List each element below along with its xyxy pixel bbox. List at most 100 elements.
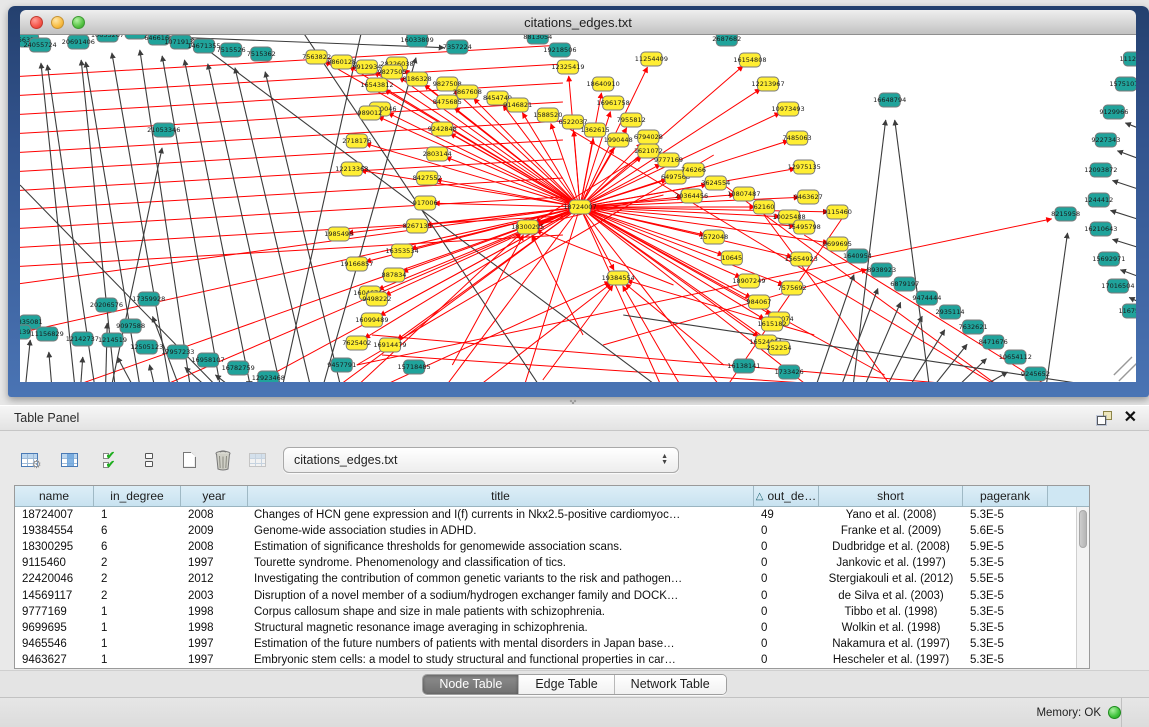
table-cell[interactable]: Genome-wide association studies in ADHD.	[248, 525, 754, 537]
graph-node-yellow[interactable]: 16154808	[733, 53, 766, 67]
table-cell[interactable]: 1998	[181, 622, 248, 634]
graph-node-yellow[interactable]: 7575692	[778, 281, 807, 295]
table-cell[interactable]: 5.3E-5	[963, 638, 1048, 650]
table-cell[interactable]: de Silva et al. (2003)	[819, 590, 963, 602]
table-cell[interactable]: Estimation of significance thresholds fo…	[248, 541, 754, 553]
table-cell[interactable]: Embryonic stem cells: a model to study s…	[248, 654, 754, 666]
graph-node-teal[interactable]: 14671355	[187, 39, 220, 53]
table-cell[interactable]: 1997	[181, 654, 248, 666]
table-row[interactable]: 1938455462009Genome-wide association stu…	[15, 523, 1076, 539]
graph-node-yellow[interactable]: 7485063	[783, 131, 812, 145]
graph-node-teal[interactable]: 1733426	[775, 365, 804, 379]
graph-node-teal[interactable]: 9457791	[327, 358, 356, 372]
table-row[interactable]: 946362711997Embryonic stem cells: a mode…	[15, 652, 1076, 668]
table-cell[interactable]: Changes of HCN gene expression and I(f) …	[248, 509, 754, 521]
table-cell[interactable]: Hescheler et al. (1997)	[819, 654, 963, 666]
table-cell[interactable]: 2	[94, 573, 181, 585]
graph-node-teal[interactable]: 16033809	[401, 35, 434, 47]
table-cell[interactable]: Stergiakouli et al. (2012)	[819, 573, 963, 585]
graph-node-yellow[interactable]: 10973493	[772, 102, 805, 116]
table-cell[interactable]: 0	[754, 638, 819, 650]
graph-node-teal[interactable]: 15718485	[398, 360, 431, 374]
tab-network-table[interactable]: Network Table	[615, 675, 726, 694]
graph-node-teal[interactable]: 1640954	[843, 249, 872, 263]
table-cell[interactable]: 1	[94, 638, 181, 650]
graph-node-yellow[interactable]: 2718176	[342, 134, 371, 148]
graph-node-teal[interactable]: 10654112	[999, 350, 1032, 364]
delete-table-button[interactable]	[210, 447, 236, 473]
graph-node-yellow[interactable]: 989012	[357, 106, 382, 120]
graph-node-teal[interactable]: 7357224	[443, 40, 472, 54]
table-cell[interactable]: 5.3E-5	[963, 509, 1048, 521]
tab-edge-table[interactable]: Edge Table	[519, 675, 614, 694]
graph-node-yellow[interactable]: 16914479	[373, 338, 406, 352]
graph-node-yellow[interactable]: 19166857	[340, 257, 373, 271]
graph-node-yellow[interactable]: 8267130	[403, 219, 432, 233]
table-cell[interactable]: 49	[754, 509, 819, 521]
table-row[interactable]: 1830029562008Estimation of significance …	[15, 539, 1076, 555]
graph-node-teal[interactable]: 2687682	[712, 35, 741, 46]
table-row[interactable]: 969969511998Structural magnetic resonanc…	[15, 620, 1076, 636]
table-cell[interactable]: 9777169	[15, 606, 94, 618]
graph-node-yellow[interactable]: 9463627	[794, 190, 823, 204]
graph-node-teal[interactable]: 9097588	[116, 319, 145, 333]
graph-node-teal[interactable]: 17016504	[1101, 279, 1134, 293]
graph-node-teal[interactable]: 20206576	[90, 298, 123, 312]
graph-node-teal[interactable]: 9129966	[1099, 105, 1128, 119]
graph-node-yellow[interactable]: 2803144	[423, 147, 452, 161]
graph-node-yellow[interactable]: 62160	[753, 200, 774, 214]
graph-node-yellow[interactable]: 18640910	[587, 77, 620, 91]
graph-node-teal[interactable]: 7632621	[959, 320, 988, 334]
graph-node-yellow[interactable]: 15495798	[788, 220, 821, 234]
table-cell[interactable]: Dudbridge et al. (2008)	[819, 541, 963, 553]
table-cell[interactable]: 2	[94, 590, 181, 602]
table-row[interactable]: 1456911722003Disruption of a novel membe…	[15, 587, 1076, 603]
graph-node-yellow[interactable]: 20364456	[675, 189, 708, 203]
table-cell[interactable]: 0	[754, 557, 819, 569]
create-table-button[interactable]	[176, 447, 202, 473]
table-scrollbar[interactable]	[1076, 507, 1089, 668]
table-cell[interactable]: 18724007	[15, 509, 94, 521]
close-panel-icon[interactable]: ✕	[1124, 411, 1137, 425]
column-header-pagerank[interactable]: pagerank	[963, 486, 1048, 506]
table-cell[interactable]: 2008	[181, 509, 248, 521]
graph-node-yellow[interactable]: 8427552	[413, 171, 442, 185]
table-cell[interactable]: 6	[94, 541, 181, 553]
graph-node-teal[interactable]: 10653267	[91, 35, 124, 42]
graph-node-yellow[interactable]: 9146821	[503, 98, 532, 112]
selection-mode-button[interactable]: ✔ ✔	[96, 447, 122, 473]
table-row[interactable]: 911546021997Tourette syndrome. Phenomeno…	[15, 555, 1076, 571]
graph-node-teal[interactable]: 17957233	[161, 345, 194, 359]
table-cell[interactable]: 2009	[181, 525, 248, 537]
table-cell[interactable]: 18300295	[15, 541, 94, 553]
table-row[interactable]: 1872400712008Changes of HCN gene express…	[15, 507, 1076, 523]
table-cell[interactable]: Disruption of a novel member of a sodium…	[248, 590, 754, 602]
table-row[interactable]: 977716911998Corpus callosum shape and si…	[15, 604, 1076, 620]
graph-node-teal[interactable]: 12093872	[1084, 163, 1117, 177]
table-cell[interactable]: 1	[94, 606, 181, 618]
close-window-button[interactable]	[30, 16, 43, 29]
table-cell[interactable]: 0	[754, 541, 819, 553]
combo-stepper-icon[interactable]: ▲▼	[661, 454, 668, 466]
graph-node-teal[interactable]: 7515526	[217, 43, 246, 57]
graph-node-teal[interactable]: 8938923	[867, 263, 896, 277]
graph-node-yellow[interactable]: 9242848	[428, 122, 457, 136]
graph-node-yellow[interactable]: 6794028	[634, 130, 663, 144]
table-cell[interactable]: 2008	[181, 541, 248, 553]
graph-node-teal[interactable]: 39139	[20, 325, 31, 339]
graph-node-teal[interactable]: 8813054	[523, 35, 552, 44]
table-cell[interactable]: 1	[94, 654, 181, 666]
graph-node-teal[interactable]: 1214519	[98, 333, 127, 347]
network-window-titlebar[interactable]: citations_edges.txt	[20, 10, 1136, 35]
graph-node-teal[interactable]: 9474444	[912, 291, 941, 305]
graph-node-yellow[interactable]: 917006	[413, 196, 438, 210]
row-height-button[interactable]	[136, 447, 162, 473]
column-header-title[interactable]: title	[248, 486, 754, 506]
graph-node-teal[interactable]: 16958107	[191, 353, 224, 367]
graph-node-teal[interactable]: 15751074	[1109, 77, 1136, 91]
graph-node-yellow[interactable]: 9115460	[823, 205, 852, 219]
graph-node-yellow[interactable]: 10645	[721, 251, 742, 265]
graph-node-teal[interactable]: 17359928	[132, 292, 165, 306]
table-selector[interactable]: citations_edges.txt ▲▼	[283, 447, 679, 473]
graph-node-yellow[interactable]: 9699695	[823, 237, 852, 251]
